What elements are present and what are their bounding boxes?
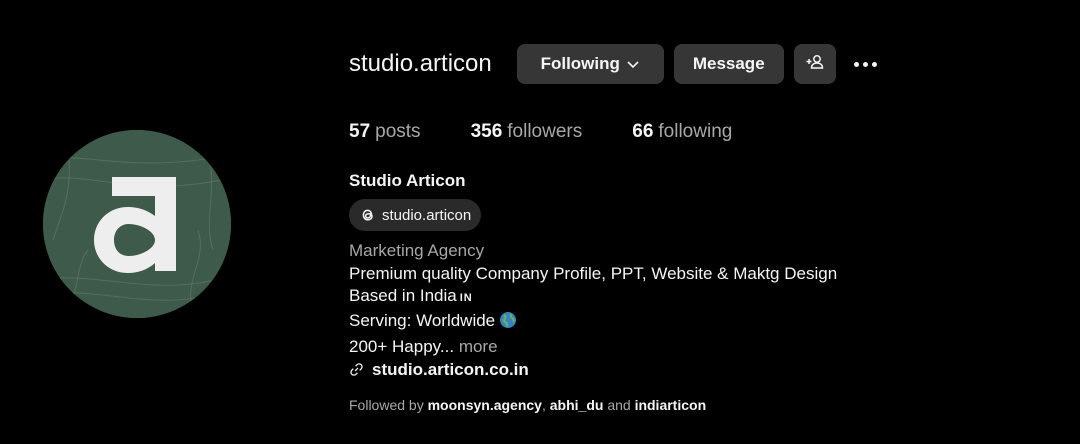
chevron-down-icon (626, 57, 640, 71)
message-button[interactable]: Message (673, 44, 784, 84)
profile-avatar[interactable] (43, 130, 231, 318)
india-flag: IN (459, 292, 473, 305)
more-link[interactable]: more (459, 337, 498, 356)
bio-line: Based in India IN (349, 286, 473, 306)
letter-a-logo (43, 130, 231, 318)
profile-header: studio.articon Following Message (349, 44, 886, 84)
bio: Marketing Agency Premium quality Company… (349, 240, 837, 381)
message-label: Message (692, 54, 765, 73)
full-name: Studio Articon (349, 171, 466, 190)
followers-stat[interactable]: 356 followers (471, 121, 583, 143)
bio-line: Serving: Worldwide (349, 310, 837, 336)
mutual-follower[interactable]: abhi_du (550, 397, 604, 413)
website-url: studio.articon.co.in (372, 359, 529, 379)
mutual-follower[interactable]: moonsyn.agency (428, 397, 542, 413)
threads-icon (359, 206, 377, 224)
bio-line: Premium quality Company Profile, PPT, We… (349, 263, 838, 283)
following-button[interactable]: Following (516, 44, 664, 84)
more-horizontal-icon (854, 61, 860, 67)
add-person-icon (805, 52, 825, 77)
bio-line: 200+ Happy... more (349, 336, 498, 356)
suggested-users-button[interactable] (793, 44, 836, 84)
following-label: Following (540, 54, 620, 73)
website-link[interactable]: studio.articon.co.in (349, 359, 837, 382)
more-options-button[interactable] (846, 44, 886, 84)
threads-handle: studio.articon (382, 206, 472, 224)
posts-stat: 57 posts (349, 121, 421, 142)
profile-stats: 57 posts 356 followers 66 following (349, 121, 782, 143)
username: studio.articon (349, 50, 492, 77)
category-label: Marketing Agency (349, 241, 485, 260)
globe-icon (499, 311, 517, 336)
link-icon (349, 362, 364, 377)
threads-badge[interactable]: studio.articon (349, 199, 482, 231)
following-stat[interactable]: 66 following (632, 121, 732, 143)
mutual-follower[interactable]: indiarticon (635, 397, 707, 413)
followed-by[interactable]: Followed by moonsyn.agency, abhi_du and … (349, 397, 706, 413)
